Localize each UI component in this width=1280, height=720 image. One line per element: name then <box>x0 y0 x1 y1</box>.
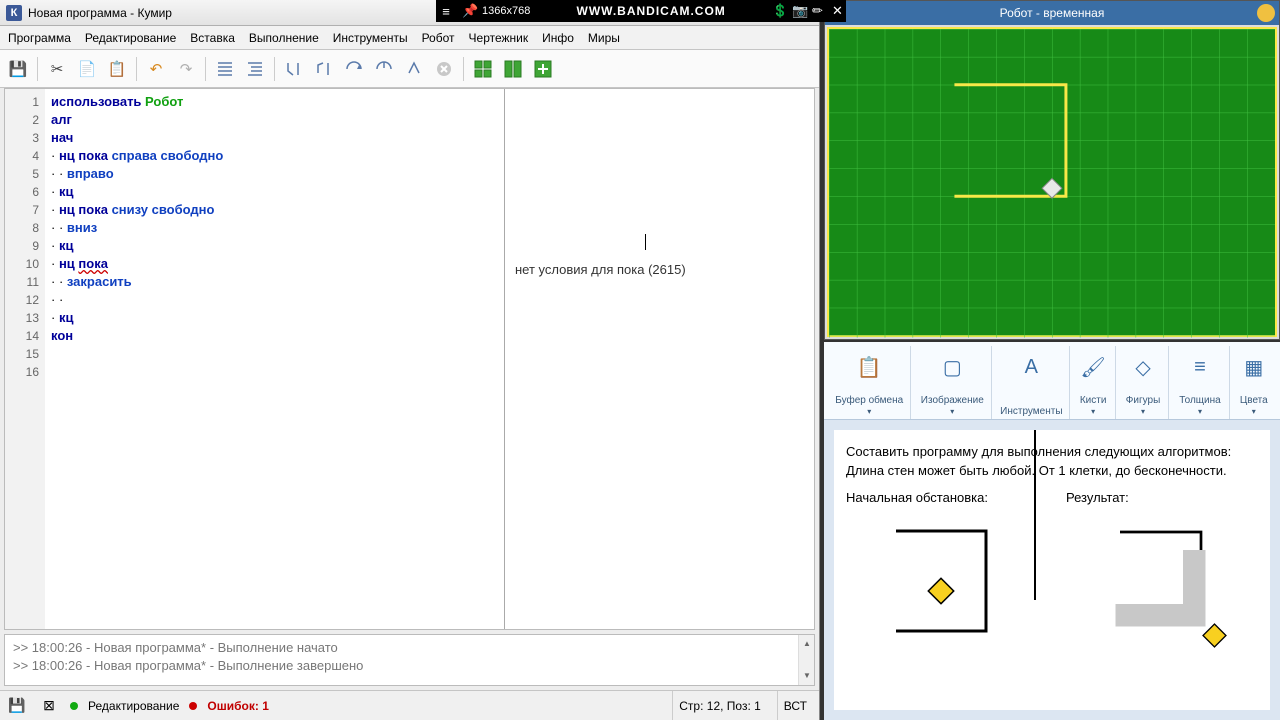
menu-чертежник[interactable]: Чертежник <box>469 31 529 45</box>
menu-инфо[interactable]: Инфо <box>542 31 574 45</box>
ribbon-group[interactable]: ▦ Цвета <box>1232 346 1276 419</box>
result-state-label: Результат: <box>1066 490 1258 505</box>
menu-инструменты[interactable]: Инструменты <box>333 31 408 45</box>
editor-area: 12345678910111213141516 использовать Роб… <box>4 88 815 630</box>
separator-bar <box>1034 430 1036 600</box>
grid-column-icon[interactable] <box>499 55 527 83</box>
ribbon-label: Изображение <box>919 395 985 417</box>
bc-rec-icon[interactable]: 💲 <box>766 3 786 19</box>
ribbon-label: Кисти <box>1078 395 1109 417</box>
result-diagram <box>1066 511 1246 661</box>
paint-window: 📋 Буфер обмена ▢ Изображение A Инструменты 🖌 Ки… <box>824 342 1280 720</box>
error-message: нет условия для пока (2615) <box>515 262 686 277</box>
ribbon-group[interactable]: ▢ Изображение <box>913 346 992 419</box>
ribbon-group[interactable]: 🖌 Кисти <box>1072 346 1116 419</box>
grid-4-icon[interactable] <box>469 55 497 83</box>
redo-icon[interactable]: ↷ <box>172 55 200 83</box>
line-gutter: 12345678910111213141516 <box>5 89 45 629</box>
ribbon-group[interactable]: A Инструменты <box>994 346 1069 419</box>
bc-resolution: 1366x768 <box>476 5 536 17</box>
status-mode: Редактирование <box>88 699 179 713</box>
ribbon-icon: 📋 <box>854 350 884 384</box>
status-save-icon[interactable]: 💾 <box>6 695 28 717</box>
message-pane: нет условия для пока (2615) <box>505 89 814 629</box>
bc-pencil-icon[interactable]: ✏ <box>806 3 826 19</box>
ribbon-icon: ▦ <box>1239 350 1269 384</box>
ribbon-label: Цвета <box>1238 395 1270 417</box>
robot-field[interactable] <box>827 27 1277 337</box>
ribbon-group[interactable]: 📋 Буфер обмена <box>828 346 911 419</box>
robot-titlebar: Робот - временная <box>825 1 1279 25</box>
ribbon-label: Толщина <box>1177 395 1222 417</box>
console-scrollbar[interactable] <box>798 635 814 685</box>
ribbon-icon: 🖌 <box>1078 350 1108 384</box>
stop-icon[interactable] <box>430 55 458 83</box>
status-position: Стр: 12, Поз: 1 <box>672 691 767 720</box>
step-in-icon[interactable] <box>280 55 308 83</box>
bc-camera-icon[interactable]: 📷 <box>786 3 806 19</box>
menu-выполнение[interactable]: Выполнение <box>249 31 319 45</box>
pause-icon[interactable] <box>400 55 428 83</box>
save-icon[interactable]: 💾 <box>4 55 32 83</box>
ribbon-group[interactable]: ≡ Толщина <box>1171 346 1229 419</box>
status-ready-dot <box>70 702 78 710</box>
code-pane[interactable]: 12345678910111213141516 использовать Роб… <box>5 89 505 629</box>
ribbon-label: Инструменты <box>1000 406 1062 417</box>
robot-title-text: Робот - временная <box>1000 6 1105 20</box>
step-over-icon[interactable] <box>310 55 338 83</box>
output-console[interactable]: >> 18:00:26 - Новая программа* - Выполне… <box>4 634 815 686</box>
code-text[interactable]: использовать Роботалгнач· нц пока справа… <box>45 89 504 629</box>
bc-pin-icon[interactable]: 📌 <box>456 3 476 19</box>
kumir-menubar: Программа Редактирование Вставка Выполнение… <box>0 26 819 50</box>
paste-icon[interactable]: 📋 <box>103 55 131 83</box>
ribbon-group[interactable]: ◇ Фигуры <box>1118 346 1170 419</box>
grid-plus-icon[interactable] <box>529 55 557 83</box>
kumir-window: К Новая программа - Кумир Программа Редак… <box>0 0 820 720</box>
copy-icon[interactable]: 📄 <box>73 55 101 83</box>
menu-редактирование[interactable]: Редактирование <box>85 31 176 45</box>
kumir-logo-icon: К <box>6 5 22 21</box>
ribbon-icon: ◇ <box>1128 350 1158 384</box>
bc-logo: WWW.BANDICAM.COM <box>536 4 766 18</box>
initial-state-label: Начальная обстановка: <box>846 490 1038 505</box>
menu-миры[interactable]: Миры <box>588 31 620 45</box>
kumir-title-text: Новая программа - Кумир <box>28 6 172 20</box>
bc-menu-icon[interactable]: ≡ <box>436 4 456 19</box>
ribbon-icon: ▢ <box>937 350 967 384</box>
status-error-count: Ошибок: 1 <box>207 699 268 713</box>
outdent-icon[interactable] <box>241 55 269 83</box>
bc-close-icon[interactable]: ✕ <box>826 3 846 19</box>
ribbon-label: Буфер обмена <box>834 395 904 417</box>
menu-программа[interactable]: Программа <box>8 31 71 45</box>
kumir-statusbar: 💾 ⊠ Редактирование Ошибок: 1 Стр: 12, По… <box>0 690 819 720</box>
status-insert-mode: ВСТ <box>777 691 813 720</box>
minimize-icon[interactable] <box>1257 4 1275 22</box>
bandicam-overlay: ≡ 📌 1366x768 WWW.BANDICAM.COM 💲 📷 ✏ ✕ <box>436 0 846 22</box>
menu-робот[interactable]: Робот <box>422 31 455 45</box>
ribbon-icon: ≡ <box>1185 350 1215 384</box>
paint-ribbon: 📋 Буфер обмена ▢ Изображение A Инструменты 🖌 Ки… <box>824 342 1280 420</box>
cut-icon[interactable]: ✂ <box>43 55 71 83</box>
status-stop-icon[interactable]: ⊠ <box>38 695 60 717</box>
robot-window: Робот - временная <box>824 0 1280 340</box>
robot-grid-svg <box>829 29 1275 338</box>
kumir-toolbar: 💾 ✂ 📄 📋 ↶ ↷ <box>0 50 819 88</box>
initial-diagram <box>846 511 1026 661</box>
status-error-dot <box>189 702 197 710</box>
undo-icon[interactable]: ↶ <box>142 55 170 83</box>
menu-вставка[interactable]: Вставка <box>190 31 235 45</box>
run-to-icon[interactable] <box>370 55 398 83</box>
task-line2: Длина стен может быть любой. От 1 клетки… <box>846 463 1258 478</box>
text-cursor <box>645 234 646 250</box>
task-document: Составить программу для выполнения следу… <box>834 430 1270 710</box>
ribbon-icon: A <box>1016 350 1046 384</box>
task-line1: Составить программу для выполнения следу… <box>846 444 1258 459</box>
run-icon[interactable] <box>340 55 368 83</box>
ribbon-label: Фигуры <box>1124 395 1163 417</box>
indent-icon[interactable] <box>211 55 239 83</box>
